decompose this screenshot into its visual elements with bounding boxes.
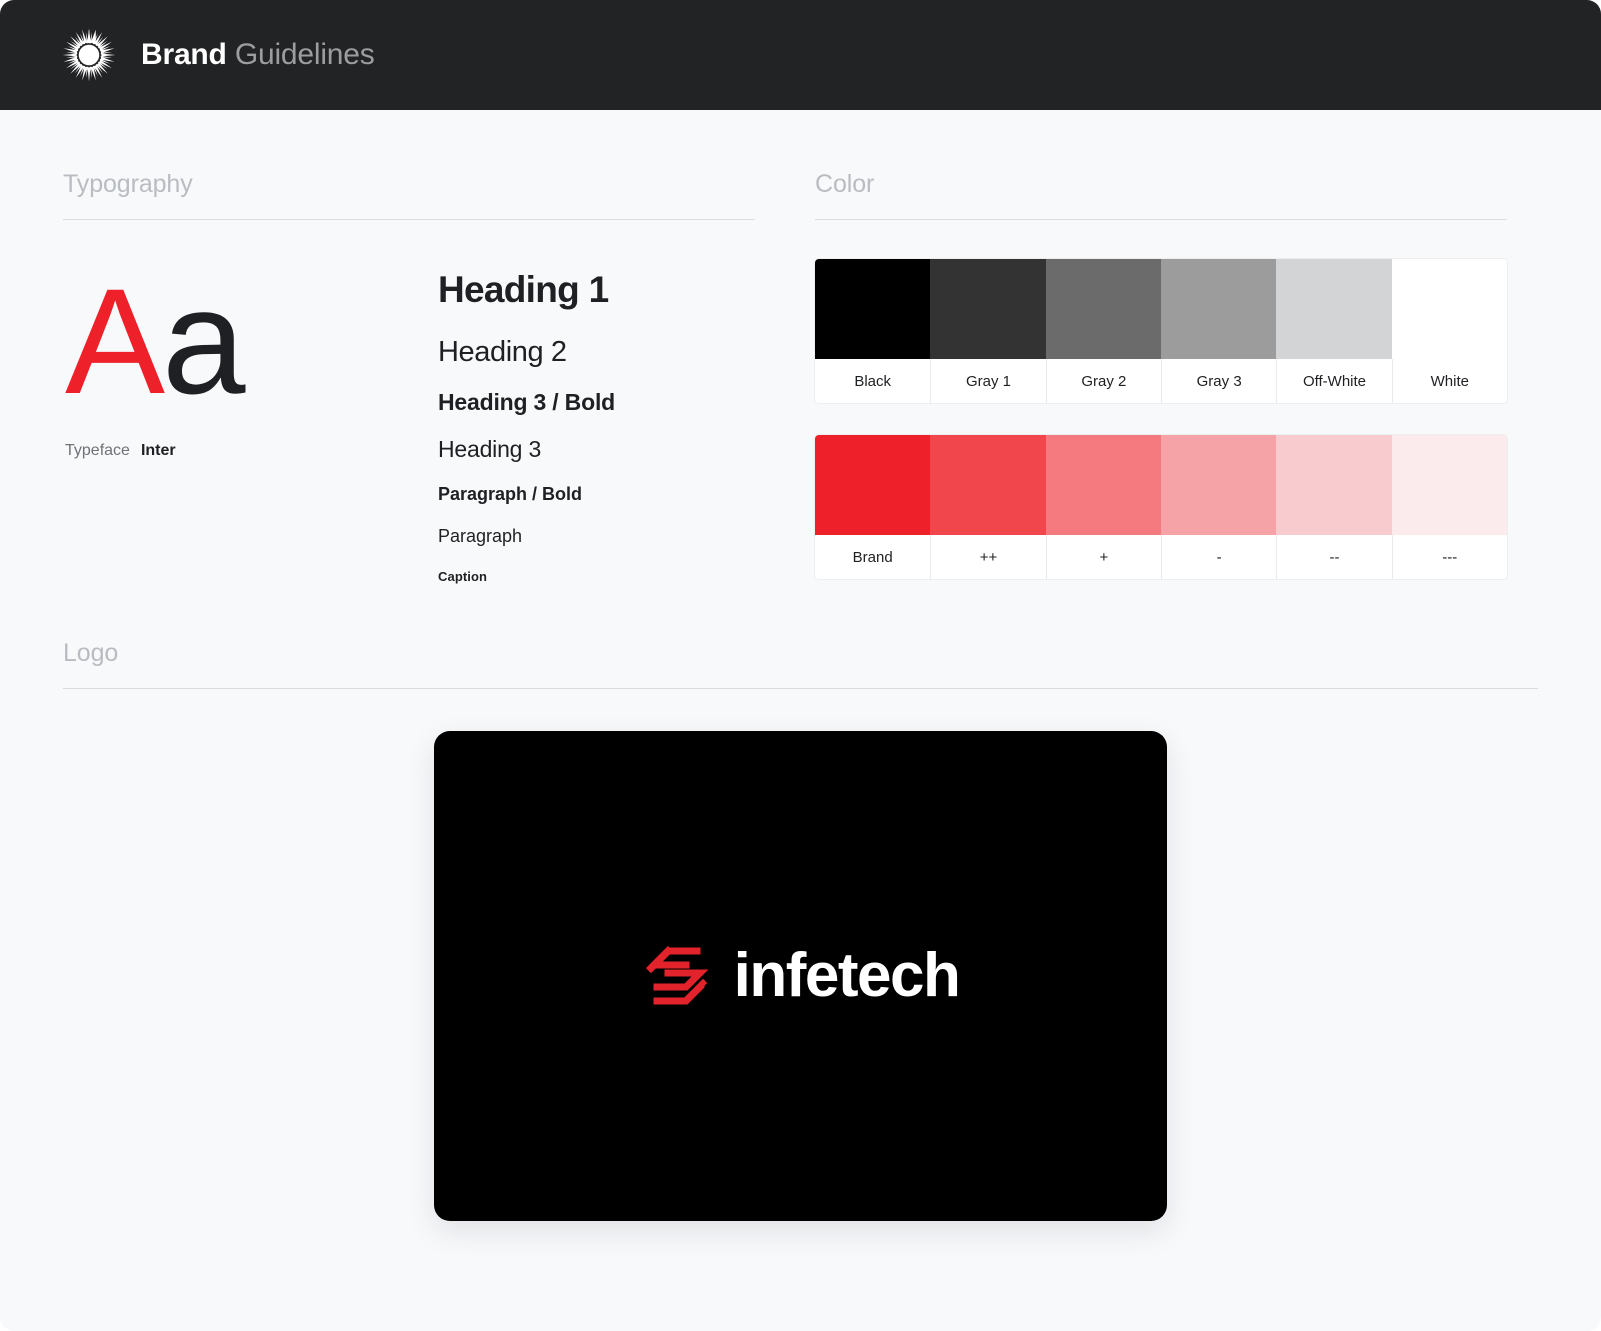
swatch-white[interactable]: White xyxy=(1391,259,1507,403)
swatch-gray-3[interactable]: Gray 3 xyxy=(1160,259,1277,403)
typeface-specimen: Aa Typeface Inter xyxy=(63,260,438,584)
brand-palette: Brand ++ + - -- --- xyxy=(815,435,1507,579)
type-scale-heading-3-bold: Heading 3 / Bold xyxy=(438,389,615,416)
swatch-brand[interactable]: Brand xyxy=(815,435,931,579)
swatch-brand-minus[interactable]: - xyxy=(1160,435,1277,579)
swatch-off-white[interactable]: Off-White xyxy=(1276,259,1392,403)
starburst-icon xyxy=(62,28,116,82)
swatch-label: - xyxy=(1160,535,1277,579)
swatch-brand-minus-minus[interactable]: -- xyxy=(1276,435,1392,579)
swatch-label: --- xyxy=(1391,535,1507,579)
swatch-label: Brand xyxy=(815,535,931,579)
logo-section-title: Logo xyxy=(63,639,119,668)
type-scale-heading-2: Heading 2 xyxy=(438,336,567,369)
swatch-chip xyxy=(1391,435,1507,535)
logo-section: Logo infetech xyxy=(0,584,1601,1222)
swatch-label: ++ xyxy=(930,535,1046,579)
swatch-chip xyxy=(1045,259,1161,359)
typeface-value: Inter xyxy=(140,442,176,459)
swatch-label: Gray 2 xyxy=(1045,359,1161,403)
color-section: Color Black Gray 1 Gray 2 Gray 3 Off-Whi… xyxy=(815,172,1507,579)
swatch-label: Gray 3 xyxy=(1160,359,1277,403)
logo-lockup: infetech xyxy=(642,938,961,1014)
infetech-mark-icon xyxy=(645,946,709,1005)
typeface-row: Typeface Inter xyxy=(63,442,438,460)
swatch-brand-minus-minus-minus[interactable]: --- xyxy=(1391,435,1507,579)
color-section-title: Color xyxy=(815,170,875,198)
swatch-chip xyxy=(1391,259,1507,359)
brand-guidelines-page: Brand Guidelines Typography Aa Typeface … xyxy=(0,0,1601,1331)
page-title-muted: Guidelines xyxy=(234,38,375,71)
swatch-chip xyxy=(815,435,931,535)
swatch-label: -- xyxy=(1276,535,1392,579)
swatch-chip xyxy=(930,259,1046,359)
page-title: Brand Guidelines xyxy=(141,40,375,70)
neutral-palette: Black Gray 1 Gray 2 Gray 3 Off-White Whi… xyxy=(815,259,1507,403)
swatch-gray-2[interactable]: Gray 2 xyxy=(1045,259,1161,403)
swatch-label: White xyxy=(1391,359,1507,403)
swatch-chip xyxy=(930,435,1046,535)
swatch-chip xyxy=(1276,259,1392,359)
type-scale-paragraph: Paragraph xyxy=(438,525,523,546)
page-title-strong: Brand xyxy=(141,38,227,71)
swatch-chip xyxy=(1160,259,1277,359)
swatch-brand-plus[interactable]: + xyxy=(1045,435,1161,579)
typeface-label: Typeface xyxy=(65,442,130,459)
specimen-lowercase-a: a xyxy=(162,257,245,425)
swatch-gray-1[interactable]: Gray 1 xyxy=(930,259,1046,403)
swatch-chip xyxy=(1160,435,1277,535)
swatch-label: Gray 1 xyxy=(930,359,1046,403)
typography-section: Typography Aa Typeface Inter Heading 1 H… xyxy=(63,172,755,584)
swatch-label: + xyxy=(1045,535,1161,579)
logo-preview-card: infetech xyxy=(434,731,1167,1222)
typography-section-title: Typography xyxy=(63,170,193,198)
swatch-chip xyxy=(1276,435,1392,535)
infetech-wordmark: infetech xyxy=(733,941,961,1011)
app-header: Brand Guidelines xyxy=(0,0,1601,110)
swatch-chip xyxy=(1045,435,1161,535)
type-scale-caption: Caption xyxy=(438,568,488,584)
swatch-label: Black xyxy=(815,359,931,403)
specimen-glyphs: Aa xyxy=(63,260,438,422)
swatch-label: Off-White xyxy=(1276,359,1392,403)
type-scale-paragraph-bold: Paragraph / Bold xyxy=(438,484,583,505)
type-scale-heading-1: Heading 1 xyxy=(438,269,609,310)
main-content: Typography Aa Typeface Inter Heading 1 H… xyxy=(0,110,1601,584)
type-scale-heading-3: Heading 3 xyxy=(438,435,542,462)
swatch-black[interactable]: Black xyxy=(815,259,931,403)
swatch-chip xyxy=(815,259,931,359)
type-scale-list: Heading 1 Heading 2 Heading 3 / Bold Hea… xyxy=(438,260,615,584)
specimen-uppercase-a: A xyxy=(65,257,165,425)
swatch-brand-plus-plus[interactable]: ++ xyxy=(930,435,1046,579)
